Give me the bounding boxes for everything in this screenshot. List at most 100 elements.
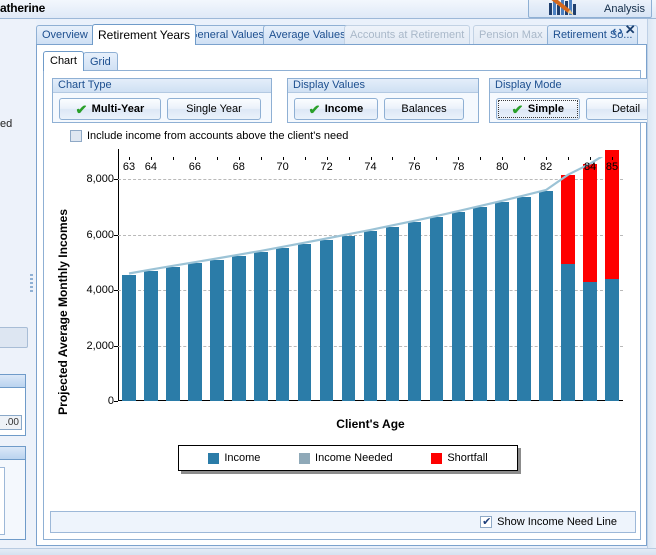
- tab-retirement-years[interactable]: Retirement Years: [92, 24, 196, 45]
- sidebar-panel-one-caption: [0, 375, 25, 388]
- legend-swatch-income: [208, 453, 219, 464]
- x-tick-mark: [261, 157, 262, 160]
- x-tick-mark: [414, 157, 415, 160]
- legend-swatch-income-needed: [299, 453, 310, 464]
- x-tick-label: 64: [145, 161, 157, 173]
- subtab-grid-label: Grid: [90, 56, 111, 68]
- tab-accounts-at-retirement: Accounts at Retirement: [344, 25, 470, 44]
- display-values-caption: Display Values: [288, 79, 478, 93]
- display-values-balances-label: Balances: [401, 103, 446, 115]
- application-window: atherine Analysis ed: [0, 0, 656, 555]
- x-tick-mark: [458, 157, 459, 160]
- legend-label-shortfall: Shortfall: [447, 452, 487, 464]
- analysis-button-label: Analysis: [604, 3, 645, 15]
- legend-item-income: Income: [208, 452, 260, 464]
- display-mode-detail-button[interactable]: Detail: [586, 98, 656, 120]
- display-values-group: Display Values ✔ Income Balances: [287, 78, 479, 123]
- display-mode-detail-label: Detail: [612, 103, 640, 115]
- tab-pension-max-label: Pension Max: [479, 29, 543, 41]
- main-content-panel: Chart Grid Chart Type ✔ Multi-Year Singl…: [36, 44, 647, 546]
- x-tick-mark: [217, 157, 218, 160]
- legend-item-income-needed: Income Needed: [299, 452, 393, 464]
- show-income-need-line-checkbox[interactable]: [480, 516, 492, 528]
- tab-retirement-years-label: Retirement Years: [98, 28, 190, 42]
- display-mode-simple-button[interactable]: ✔ Simple: [496, 98, 580, 120]
- x-tick-mark: [392, 157, 393, 160]
- x-tick-label: 66: [189, 161, 201, 173]
- legend-swatch-shortfall: [431, 453, 442, 464]
- sidebar-truncated-label: ed: [0, 118, 12, 130]
- tab-average-values[interactable]: Average Values: [263, 25, 352, 44]
- legend-label-income-needed: Income Needed: [315, 452, 393, 464]
- sidebar-amount-field[interactable]: .00: [0, 415, 22, 430]
- chart-x-axis-label: Client's Age: [118, 417, 623, 431]
- sidebar-field-box[interactable]: [0, 327, 28, 348]
- tab-overview[interactable]: Overview: [36, 25, 94, 44]
- include-income-checkbox[interactable]: [70, 130, 82, 142]
- x-tick-mark: [502, 157, 503, 160]
- chart-type-single-year-button[interactable]: Single Year: [167, 98, 261, 120]
- show-income-need-line-row[interactable]: Show Income Need Line: [480, 516, 617, 528]
- display-values-income-label: Income: [325, 103, 364, 115]
- y-tick-label: 4,000: [86, 284, 114, 296]
- chart-type-multi-year-label: Multi-Year: [92, 103, 145, 115]
- subtab-grid[interactable]: Grid: [83, 52, 118, 71]
- chart-options-bar: Show Income Need Line: [50, 511, 636, 533]
- x-tick-mark: [129, 157, 130, 160]
- include-income-checkbox-row[interactable]: Include income from accounts above the c…: [70, 130, 348, 142]
- show-income-need-line-label: Show Income Need Line: [497, 516, 617, 528]
- window-right-edge: [647, 19, 656, 555]
- tab-close-icon[interactable]: ✕: [625, 22, 636, 38]
- chart-type-single-year-label: Single Year: [186, 103, 242, 115]
- x-tick-label: 72: [320, 161, 332, 173]
- x-tick-label: 80: [496, 161, 508, 173]
- x-tick-mark: [327, 157, 328, 160]
- x-tick-mark: [371, 157, 372, 160]
- splitter-handle[interactable]: [30, 274, 34, 296]
- y-tick-label: 2,000: [86, 340, 114, 352]
- checkmark-icon: ✔: [308, 103, 320, 116]
- chart-type-multi-year-button[interactable]: ✔ Multi-Year: [59, 98, 161, 120]
- chart-plot-area: 02,0004,0006,0008,000 636466687072747678…: [118, 157, 623, 401]
- include-income-checkbox-label: Include income from accounts above the c…: [87, 130, 348, 142]
- subtab-chart[interactable]: Chart: [43, 51, 84, 71]
- legend-item-shortfall: Shortfall: [431, 452, 487, 464]
- display-values-income-button[interactable]: ✔ Income: [294, 98, 378, 120]
- x-tick-mark: [436, 157, 437, 160]
- x-tick-label: 85: [606, 161, 618, 173]
- tab-accounts-at-retirement-label: Accounts at Retirement: [350, 29, 464, 41]
- display-values-balances-button[interactable]: Balances: [384, 98, 464, 120]
- main-tab-strip: Overview Retirement Years General Values…: [36, 24, 656, 44]
- x-tick-label: 68: [233, 161, 245, 173]
- x-tick-mark: [612, 157, 613, 160]
- chart-legend: Income Income Needed Shortfall: [178, 445, 518, 471]
- x-tick-mark: [546, 157, 547, 160]
- window-bottom-edge: [0, 548, 656, 555]
- tab-overview-label: Overview: [42, 29, 88, 41]
- x-tick-mark: [349, 157, 350, 160]
- analysis-button[interactable]: Analysis: [528, 0, 652, 18]
- x-tick-mark: [480, 157, 481, 160]
- tab-general-values[interactable]: General Values: [183, 25, 270, 44]
- chart-pen-icon: [547, 0, 589, 17]
- x-tick-label: 74: [364, 161, 376, 173]
- chart-type-caption: Chart Type: [53, 79, 271, 93]
- x-tick-label: 76: [408, 161, 420, 173]
- x-tick-label: 63: [123, 161, 135, 173]
- x-tick-mark: [239, 157, 240, 160]
- sidebar-panel-two-caption: [0, 447, 25, 460]
- display-mode-group: Display Mode ✔ Simple Detail: [489, 78, 656, 123]
- chart-tab-body: Chart Type ✔ Multi-Year Single Year Disp…: [43, 70, 641, 540]
- x-tick-mark: [173, 157, 174, 160]
- x-tick-mark: [590, 157, 591, 160]
- sidebar-panel-one: .00: [0, 374, 26, 436]
- left-sidebar-strip: ed .00: [0, 19, 36, 555]
- chart-income-need-line: [118, 157, 623, 401]
- tab-prev-icon[interactable]: ‹: [612, 23, 616, 38]
- x-tick-label: 82: [540, 161, 552, 173]
- sidebar-panel-two: [0, 446, 26, 540]
- tab-next-icon[interactable]: ›: [618, 23, 622, 38]
- display-mode-simple-label: Simple: [528, 103, 564, 115]
- subtab-chart-label: Chart: [50, 55, 77, 67]
- x-tick-mark: [568, 157, 569, 160]
